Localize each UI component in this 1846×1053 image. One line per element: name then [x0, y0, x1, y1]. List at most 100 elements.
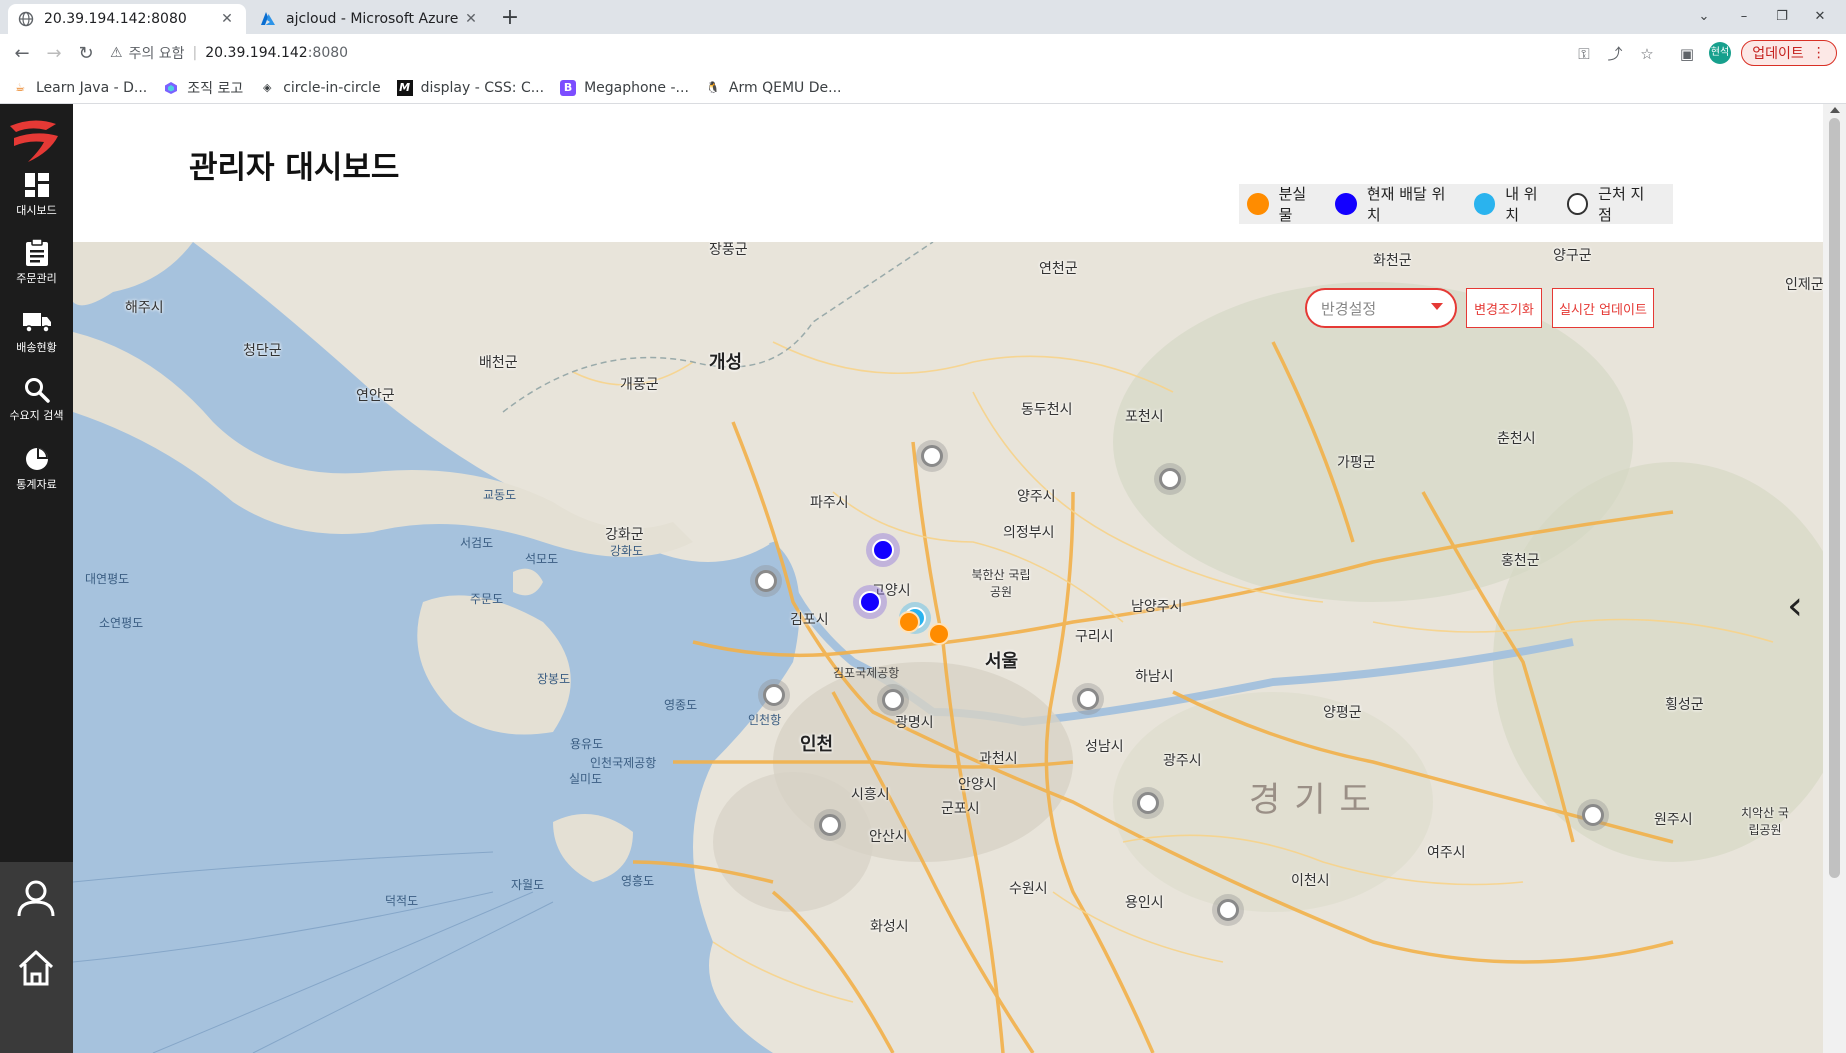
- back-button[interactable]: ←: [10, 42, 34, 66]
- sidebar: 대시보드 주문관리 배송현황 수요지 검색 통계자료: [0, 104, 73, 1053]
- map-place-label: 북한산 국립공원: [971, 568, 1031, 599]
- legend-item-mine: 내 위치: [1473, 183, 1551, 225]
- map-place-label: 성남시: [1085, 739, 1124, 755]
- legend-label: 내 위치: [1505, 185, 1538, 224]
- tab-search-icon[interactable]: ⌄: [1692, 6, 1716, 28]
- new-tab-button[interactable]: +: [497, 6, 523, 32]
- profile-avatar[interactable]: 현석: [1709, 42, 1731, 64]
- map-place-label: 자월도: [511, 878, 545, 892]
- browser-tab-bar: 20.39.194.142:8080 ✕ ajcloud - Microsoft…: [0, 0, 1846, 34]
- reset-radius-button[interactable]: 변경조기화: [1466, 288, 1542, 328]
- nearby-branch-marker[interactable]: [1582, 804, 1604, 826]
- sidebar-item-delivery[interactable]: 배송현황: [0, 307, 73, 373]
- tab-azure[interactable]: ajcloud - Microsoft Azure ✕: [250, 4, 490, 34]
- map-place-label: 광주시: [1163, 753, 1202, 769]
- restore-button[interactable]: ❐: [1770, 6, 1794, 28]
- home-icon[interactable]: [14, 946, 58, 990]
- close-tab-icon[interactable]: ✕: [462, 10, 480, 28]
- delivery-location-marker[interactable]: [872, 539, 894, 561]
- bookmark-item[interactable]: ◈ circle-in-circle: [259, 80, 381, 96]
- scrollbar-thumb[interactable]: [1829, 118, 1840, 878]
- map-place-label: 동두천시: [1021, 402, 1073, 418]
- sidebar-item-statistics[interactable]: 통계자료: [0, 444, 73, 510]
- nearby-branch-marker[interactable]: [921, 445, 943, 467]
- map-place-label: 안양시: [958, 777, 997, 793]
- nearby-branch-marker[interactable]: [1159, 468, 1181, 490]
- truck-icon: [22, 307, 52, 337]
- update-label: 업데이트: [1752, 46, 1804, 62]
- bookmark-label: 조직 로고: [187, 80, 244, 97]
- key-icon[interactable]: ⚿: [1573, 43, 1595, 65]
- sidebar-item-label: 수요지 검색: [9, 409, 64, 422]
- minimize-button[interactable]: –: [1732, 6, 1756, 28]
- scroll-up-icon[interactable]: [1830, 107, 1840, 113]
- map-place-label: 남양주시: [1131, 599, 1183, 615]
- realtime-update-button[interactable]: 실시간 업데이트: [1552, 288, 1654, 328]
- map-place-label: 홍천군: [1501, 553, 1540, 569]
- nearby-branch-marker[interactable]: [1217, 899, 1239, 921]
- megaphone-icon: B: [560, 79, 577, 96]
- security-label: 주의 요함: [128, 46, 185, 62]
- map-view[interactable]: 장풍군 연천군 화천군 양구군 인제군 해주시 청단군 개성 배천군 개풍군 연…: [73, 242, 1823, 1053]
- map-place-label: 의정부시: [1003, 525, 1055, 541]
- nearby-branch-marker[interactable]: [819, 814, 841, 836]
- share-icon[interactable]: ⤴: [1604, 43, 1626, 65]
- sidebar-item-orders[interactable]: 주문관리: [0, 238, 73, 304]
- bookmark-item[interactable]: 조직 로고: [163, 78, 243, 98]
- nearby-branch-marker[interactable]: [763, 684, 785, 706]
- sidebar-item-dashboard[interactable]: 대시보드: [0, 170, 73, 236]
- address-bar[interactable]: ⚠ 주의 요함 | 20.39.194.142 :8080: [110, 37, 1750, 69]
- map-place-label: 김포시: [790, 612, 829, 628]
- tab-dashboard[interactable]: 20.39.194.142:8080 ✕: [8, 4, 246, 34]
- user-icon[interactable]: [14, 876, 58, 920]
- map-place-label: 인천항: [748, 713, 782, 727]
- map-place-label: 과천시: [979, 751, 1018, 767]
- close-window-button[interactable]: ✕: [1808, 6, 1832, 28]
- map-place-label: 파주시: [810, 495, 849, 511]
- linux-icon: 🐧: [706, 81, 720, 94]
- org-logo-icon: [163, 80, 179, 96]
- page-scrollbar[interactable]: [1823, 104, 1846, 1053]
- codepen-icon: ◈: [262, 81, 272, 94]
- map-place-label: 석모도: [525, 552, 559, 566]
- map-place-label: 여주시: [1427, 845, 1466, 861]
- legend-item-lost: 분실물: [1247, 183, 1319, 225]
- radius-select[interactable]: 반경설정: [1305, 288, 1457, 328]
- bookmark-item[interactable]: ☕ Learn Java - D...: [12, 80, 147, 96]
- globe-icon: [18, 11, 34, 27]
- map-place-label: 구리시: [1075, 629, 1114, 645]
- close-tab-icon[interactable]: ✕: [218, 10, 236, 28]
- nearby-branch-marker[interactable]: [882, 689, 904, 711]
- map-place-label: 배천군: [479, 355, 518, 371]
- nearby-branch-marker[interactable]: [755, 570, 777, 592]
- map-place-label: 영종도: [664, 698, 698, 712]
- map-province-label: 경기도: [1249, 780, 1385, 820]
- chevron-down-icon: [1431, 303, 1443, 310]
- map-place-label: 인제군: [1785, 277, 1823, 293]
- bookmark-label: Megaphone -...: [584, 79, 689, 96]
- update-button[interactable]: 업데이트 ⋮: [1741, 40, 1837, 66]
- bookmark-star-icon[interactable]: ☆: [1636, 43, 1658, 65]
- sidebar-item-demand-search[interactable]: 수요지 검색: [0, 375, 73, 441]
- brand-logo[interactable]: [6, 112, 64, 164]
- reload-button[interactable]: ↻: [74, 42, 98, 66]
- map-place-label: 군포시: [941, 801, 980, 817]
- map-place-label: 인천국제공항: [590, 756, 657, 770]
- map-place-label: 장봉도: [537, 672, 571, 686]
- bookmark-item[interactable]: M display - CSS: C...: [396, 79, 545, 96]
- legend-label: 분실물: [1278, 185, 1307, 224]
- nearby-branch-marker[interactable]: [1077, 688, 1099, 710]
- bookmark-item[interactable]: 🐧 Arm QEMU De...: [705, 80, 841, 96]
- lost-item-marker[interactable]: [928, 623, 950, 645]
- side-panel-icon[interactable]: ▣: [1676, 43, 1698, 65]
- nearby-branch-marker[interactable]: [1137, 792, 1159, 814]
- delivery-location-marker[interactable]: [859, 591, 881, 613]
- bookmark-label: display - CSS: C...: [420, 79, 545, 96]
- chevron-left-icon[interactable]: ‹: [1787, 586, 1813, 628]
- bookmark-item[interactable]: B Megaphone -...: [560, 79, 689, 96]
- map-place-label: 실미도: [569, 772, 603, 786]
- map-place-label: 소연평도: [99, 616, 144, 630]
- browser-toolbar: ← → ↻ ⚠ 주의 요함 | 20.39.194.142 :8080 ⚿ ⤴ …: [0, 34, 1846, 72]
- lost-item-marker[interactable]: [898, 611, 920, 633]
- forward-button[interactable]: →: [42, 42, 66, 66]
